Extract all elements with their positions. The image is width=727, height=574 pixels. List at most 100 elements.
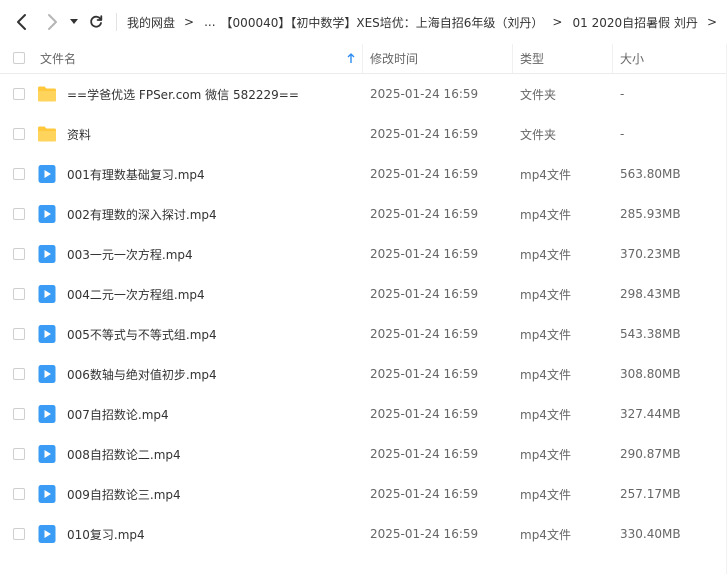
row-checkbox[interactable] <box>13 208 25 220</box>
row-checkbox[interactable] <box>13 448 25 460</box>
row-checkbox[interactable] <box>13 528 25 540</box>
file-type: mp4文件 <box>520 407 571 422</box>
file-size: 298.43MB <box>620 287 681 301</box>
breadcrumb-item-root[interactable]: 我的网盘 <box>127 14 175 31</box>
list-item[interactable]: 003一元一次方程.mp4 2025-01-24 16:59 mp4文件 370… <box>0 234 727 274</box>
breadcrumb-separator: > <box>552 15 563 29</box>
file-modified-date: 2025-01-24 16:59 <box>370 287 479 301</box>
file-size: - <box>620 87 625 101</box>
file-type: mp4文件 <box>520 527 571 542</box>
file-modified-date: 2025-01-24 16:59 <box>370 487 479 501</box>
history-dropdown-button[interactable] <box>66 0 82 44</box>
toolbar-divider <box>116 13 117 31</box>
video-file-icon <box>38 365 56 383</box>
list-item[interactable]: 001有理数基础复习.mp4 2025-01-24 16:59 mp4文件 56… <box>0 154 727 194</box>
list-item[interactable]: 004二元一次方程组.mp4 2025-01-24 16:59 mp4文件 29… <box>0 274 727 314</box>
file-modified-date: 2025-01-24 16:59 <box>370 407 479 421</box>
list-item[interactable]: 010复习.mp4 2025-01-24 16:59 mp4文件 330.40M… <box>0 514 727 554</box>
list-item[interactable]: 005不等式与不等式组.mp4 2025-01-24 16:59 mp4文件 5… <box>0 314 727 354</box>
column-header-type-label: 类型 <box>520 52 545 66</box>
column-header-size-label: 大小 <box>620 52 645 66</box>
file-name[interactable]: 008自招数论二.mp4 <box>67 434 181 474</box>
video-file-icon <box>38 485 56 503</box>
file-size: 285.93MB <box>620 207 681 221</box>
row-checkbox[interactable] <box>13 328 25 340</box>
file-name[interactable]: 002有理数的深入探讨.mp4 <box>67 194 217 234</box>
video-file-icon <box>38 285 56 303</box>
file-name[interactable]: 004二元一次方程组.mp4 <box>67 274 205 314</box>
video-file-icon <box>38 405 56 423</box>
list-item[interactable]: 007自招数论.mp4 2025-01-24 16:59 mp4文件 327.4… <box>0 394 727 434</box>
file-size: 290.87MB <box>620 447 681 461</box>
sort-ascending-icon[interactable] <box>347 53 355 64</box>
forward-button[interactable] <box>42 0 64 44</box>
file-modified-date: 2025-01-24 16:59 <box>370 527 479 541</box>
list-item[interactable]: 009自招数论三.mp4 2025-01-24 16:59 mp4文件 257.… <box>0 474 727 514</box>
column-header-name-label: 文件名 <box>40 52 77 66</box>
folder-icon <box>38 86 56 102</box>
file-name[interactable]: ==学爸优选 FPSer.com 微信 582229== <box>67 74 299 114</box>
row-checkbox[interactable] <box>13 88 25 100</box>
back-button[interactable] <box>10 0 32 44</box>
file-name[interactable]: 资料 <box>67 114 91 154</box>
folder-icon <box>38 126 56 142</box>
file-name[interactable]: 003一元一次方程.mp4 <box>67 234 193 274</box>
caret-down-icon <box>70 19 78 24</box>
file-modified-date: 2025-01-24 16:59 <box>370 447 479 461</box>
column-header-size[interactable]: 大小 <box>620 44 720 73</box>
file-list-header: 文件名 修改时间 类型 大小 <box>0 44 727 74</box>
breadcrumb-item-course[interactable]: 【000040】【初中数学】XES培优：上海自招6年级（刘丹） <box>221 14 544 31</box>
file-type: mp4文件 <box>520 207 571 222</box>
file-modified-date: 2025-01-24 16:59 <box>370 127 479 141</box>
list-item[interactable]: 008自招数论二.mp4 2025-01-24 16:59 mp4文件 290.… <box>0 434 727 474</box>
file-size: 370.23MB <box>620 247 681 261</box>
file-name[interactable]: 010复习.mp4 <box>67 514 145 554</box>
video-file-icon <box>38 445 56 463</box>
file-modified-date: 2025-01-24 16:59 <box>370 207 479 221</box>
chevron-right-icon <box>48 14 57 30</box>
file-name[interactable]: 005不等式与不等式组.mp4 <box>67 314 217 354</box>
row-checkbox[interactable] <box>13 408 25 420</box>
refresh-button[interactable] <box>86 0 106 44</box>
file-size: - <box>620 127 625 141</box>
toolbar: 我的网盘 > ... 【000040】【初中数学】XES培优：上海自招6年级（刘… <box>0 0 727 44</box>
file-modified-date: 2025-01-24 16:59 <box>370 167 479 181</box>
breadcrumb-separator: > <box>184 15 195 29</box>
row-checkbox[interactable] <box>13 128 25 140</box>
file-size: 563.80MB <box>620 167 681 181</box>
file-name[interactable]: 009自招数论三.mp4 <box>67 474 181 514</box>
list-item[interactable]: ==学爸优选 FPSer.com 微信 582229== 2025-01-24 … <box>0 74 727 114</box>
column-header-name[interactable]: 文件名 <box>40 44 360 73</box>
file-type: 文件夹 <box>520 127 557 142</box>
file-name[interactable]: 006数轴与绝对值初步.mp4 <box>67 354 217 394</box>
file-size: 308.80MB <box>620 367 681 381</box>
file-size: 543.38MB <box>620 327 681 341</box>
row-checkbox[interactable] <box>13 168 25 180</box>
list-item[interactable]: 006数轴与绝对值初步.mp4 2025-01-24 16:59 mp4文件 3… <box>0 354 727 394</box>
column-header-modified-label: 修改时间 <box>370 52 419 66</box>
file-size: 330.40MB <box>620 527 681 541</box>
file-size: 257.17MB <box>620 487 681 501</box>
video-file-icon <box>38 525 56 543</box>
row-checkbox[interactable] <box>13 248 25 260</box>
file-type: mp4文件 <box>520 447 571 462</box>
breadcrumb-separator: > <box>706 15 717 29</box>
file-type: mp4文件 <box>520 247 571 262</box>
breadcrumb-item-ellipsis[interactable]: ... <box>204 15 215 29</box>
refresh-icon <box>90 15 103 28</box>
breadcrumb-item-current[interactable]: 01 2020自招暑假 刘丹 <box>572 14 697 31</box>
column-divider <box>612 44 613 73</box>
video-file-icon <box>38 165 56 183</box>
file-name[interactable]: 001有理数基础复习.mp4 <box>67 154 205 194</box>
video-file-icon <box>38 245 56 263</box>
list-item[interactable]: 资料 2025-01-24 16:59 文件夹 - <box>0 114 727 154</box>
file-name[interactable]: 007自招数论.mp4 <box>67 394 169 434</box>
file-type: mp4文件 <box>520 327 571 342</box>
column-header-type[interactable]: 类型 <box>520 44 610 73</box>
row-checkbox[interactable] <box>13 488 25 500</box>
column-header-modified[interactable]: 修改时间 <box>370 44 510 73</box>
list-item[interactable]: 002有理数的深入探讨.mp4 2025-01-24 16:59 mp4文件 2… <box>0 194 727 234</box>
row-checkbox[interactable] <box>13 368 25 380</box>
row-checkbox[interactable] <box>13 288 25 300</box>
select-all-checkbox[interactable] <box>13 52 25 64</box>
